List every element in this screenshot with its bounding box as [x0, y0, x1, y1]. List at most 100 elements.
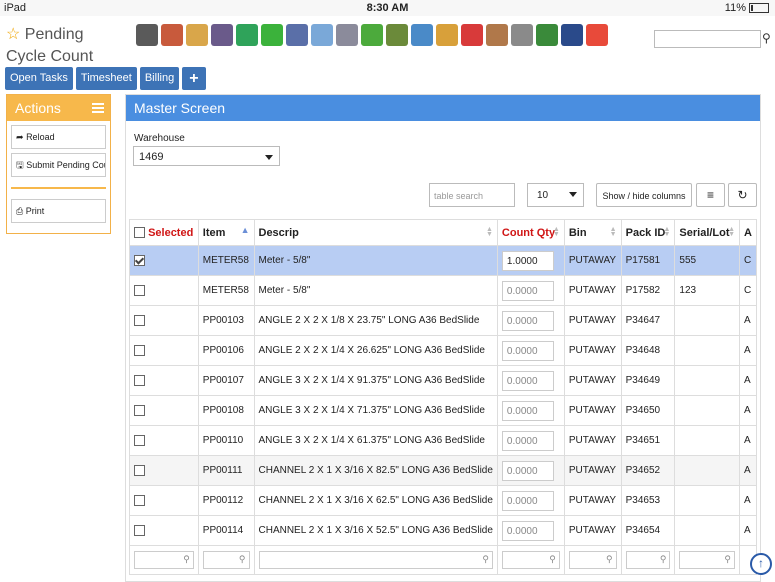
- truck-icon[interactable]: [336, 24, 358, 46]
- table-row[interactable]: PP00114 CHANNEL 2 X 1 X 3/16 X 52.5" LONG…: [129, 515, 757, 546]
- col-bin[interactable]: Bin ▲ ▼: [563, 219, 622, 246]
- col-selected[interactable]: Selected: [129, 219, 199, 246]
- table-search-input[interactable]: table search: [429, 183, 515, 207]
- user-icon[interactable]: [161, 24, 183, 46]
- row-checkbox[interactable]: [134, 494, 145, 506]
- calendar-16-icon[interactable]: [211, 24, 233, 46]
- checkmark-icon[interactable]: [261, 24, 283, 46]
- coins-icon[interactable]: [436, 24, 458, 46]
- notes-icon[interactable]: [486, 24, 508, 46]
- filter-pack-id-input[interactable]: ⚲: [625, 551, 671, 569]
- col-descrip[interactable]: Descrip ▲ ▼: [253, 219, 498, 246]
- billing-button[interactable]: Billing: [139, 67, 180, 90]
- print-button[interactable]: ⎙ Print: [11, 199, 106, 223]
- open-tasks-button[interactable]: Open Tasks: [5, 67, 73, 90]
- count-qty-cell: 0.0000: [496, 455, 565, 486]
- reset-button[interactable]: ↻: [728, 183, 757, 207]
- count-qty-input[interactable]: 1.0000: [501, 250, 554, 271]
- column-order-button[interactable]: ≡: [696, 183, 725, 207]
- row-select-cell: [129, 515, 199, 546]
- filter-item-input[interactable]: ⚲: [202, 551, 250, 569]
- row-checkbox[interactable]: [134, 314, 145, 326]
- col-count-qty[interactable]: Count Qty ▲ ▼: [496, 219, 565, 246]
- count-qty-input[interactable]: 0.0000: [501, 490, 554, 511]
- count-qty-input[interactable]: 0.0000: [501, 310, 554, 331]
- count-qty-input[interactable]: 0.0000: [501, 370, 554, 391]
- chat-dollar-icon[interactable]: [461, 24, 483, 46]
- filter-serial-lot-input[interactable]: ⚲: [679, 551, 735, 569]
- filter-cell: ⚲: [563, 545, 622, 575]
- col-item[interactable]: Item ▲: [197, 219, 255, 246]
- add-button[interactable]: +: [182, 67, 206, 90]
- scroll-to-top-icon[interactable]: ↑: [750, 553, 772, 575]
- row-checkbox[interactable]: [134, 374, 145, 386]
- search-icon: ⚲: [549, 554, 556, 564]
- serial-lot-cell: [674, 365, 740, 396]
- count-qty-input[interactable]: 0.0000: [501, 520, 554, 541]
- global-search-input[interactable]: [654, 30, 761, 48]
- row-checkbox[interactable]: [134, 344, 145, 356]
- page-size-select[interactable]: 10: [527, 183, 584, 207]
- serial-lot-cell: [674, 305, 740, 336]
- money-icon[interactable]: [536, 24, 558, 46]
- submit-pending-count-button[interactable]: 🖫 Submit Pending Count: [11, 153, 106, 177]
- table-row[interactable]: PP00112 CHANNEL 2 X 1 X 3/16 X 62.5" LONG…: [129, 485, 757, 516]
- bank-icon[interactable]: [136, 24, 158, 46]
- table-container: Selected Item ▲ Descrip ▲ ▼ Count Qty ▲ ▼ Bin…: [129, 219, 757, 581]
- count-qty-input[interactable]: 0.0000: [501, 430, 554, 451]
- nav-buttons: Open Tasks Timesheet Billing +: [5, 67, 209, 90]
- item-cell: METER58: [197, 245, 255, 276]
- row-checkbox[interactable]: [134, 254, 145, 266]
- row-checkbox[interactable]: [134, 464, 145, 476]
- descrip-cell: CHANNEL 2 X 1 X 3/16 X 82.5" LONG A36 Be…: [253, 455, 498, 486]
- table-row[interactable]: PP00111 CHANNEL 2 X 1 X 3/16 X 82.5" LONG…: [129, 455, 757, 486]
- warehouse-select[interactable]: 1469: [133, 146, 280, 166]
- hamburger-menu-icon[interactable]: [92, 103, 104, 115]
- ledger-icon[interactable]: [286, 24, 308, 46]
- col-serial-lot[interactable]: Serial/Lot ▲ ▼: [674, 219, 740, 246]
- landscape-icon[interactable]: [186, 24, 208, 46]
- magnifier-icon[interactable]: [311, 24, 333, 46]
- search-icon[interactable]: ⚲: [762, 31, 771, 45]
- count-qty-input[interactable]: 0.0000: [501, 280, 554, 301]
- select-all-checkbox[interactable]: [134, 227, 145, 239]
- safe-icon[interactable]: [561, 24, 583, 46]
- row-checkbox[interactable]: [134, 284, 145, 296]
- pencil-paper-icon[interactable]: [511, 24, 533, 46]
- filter-bin-input[interactable]: ⚲: [568, 551, 617, 569]
- table-row[interactable]: PP00106 ANGLE 2 X 2 X 1/4 X 26.625" LONG …: [129, 335, 757, 366]
- filter-cell: ⚲: [620, 545, 676, 575]
- filter-selected-input[interactable]: ⚲: [134, 551, 194, 569]
- col-extra[interactable]: A: [739, 219, 757, 246]
- serial-lot-header-label: Serial/Lot: [679, 226, 730, 239]
- table-row[interactable]: PP00103 ANGLE 2 X 2 X 1/8 X 23.75" LONG A…: [129, 305, 757, 336]
- actions-title: Actions: [15, 100, 61, 116]
- table-row[interactable]: METER58 Meter - 5/8" 0.0000 PUTAWAY P17582 12…: [129, 275, 757, 306]
- count-qty-cell: 0.0000: [496, 515, 565, 546]
- sort-icon: ▲ ▼: [609, 226, 617, 238]
- table-row[interactable]: PP00110 ANGLE 3 X 2 X 1/4 X 61.375" LONG …: [129, 425, 757, 456]
- filter-descrip-input[interactable]: ⚲: [258, 551, 493, 569]
- count-qty-input[interactable]: 0.0000: [501, 400, 554, 421]
- table-row[interactable]: METER58 Meter - 5/8" 1.0000 PUTAWAY P17581 55…: [129, 245, 757, 276]
- row-checkbox[interactable]: [134, 404, 145, 416]
- timesheet-button[interactable]: Timesheet: [75, 67, 137, 90]
- bin-cell: PUTAWAY: [563, 365, 622, 396]
- count-qty-input[interactable]: 0.0000: [501, 460, 554, 481]
- show-hide-columns-button[interactable]: Show / hide columns: [596, 183, 692, 207]
- row-checkbox[interactable]: [134, 434, 145, 446]
- clock-icon[interactable]: [236, 24, 258, 46]
- favorite-star-icon[interactable]: ☆: [6, 26, 20, 43]
- col-pack-id[interactable]: Pack ID ▲ ▼: [620, 219, 676, 246]
- reload-button[interactable]: ➦ Reload: [11, 125, 106, 149]
- pack-id-cell: P17582: [620, 275, 676, 306]
- box-down-icon[interactable]: [386, 24, 408, 46]
- count-qty-input[interactable]: 0.0000: [501, 340, 554, 361]
- box-up-icon[interactable]: [411, 24, 433, 46]
- filter-count-qty-input[interactable]: ⚲: [501, 551, 560, 569]
- table-row[interactable]: PP00107 ANGLE 3 X 2 X 1/4 X 91.375" LONG …: [129, 365, 757, 396]
- puzzle-icon[interactable]: [586, 24, 608, 46]
- table-row[interactable]: PP00108 ANGLE 3 X 2 X 1/4 X 71.375" LONG …: [129, 395, 757, 426]
- basket-icon[interactable]: [361, 24, 383, 46]
- row-checkbox[interactable]: [134, 524, 145, 536]
